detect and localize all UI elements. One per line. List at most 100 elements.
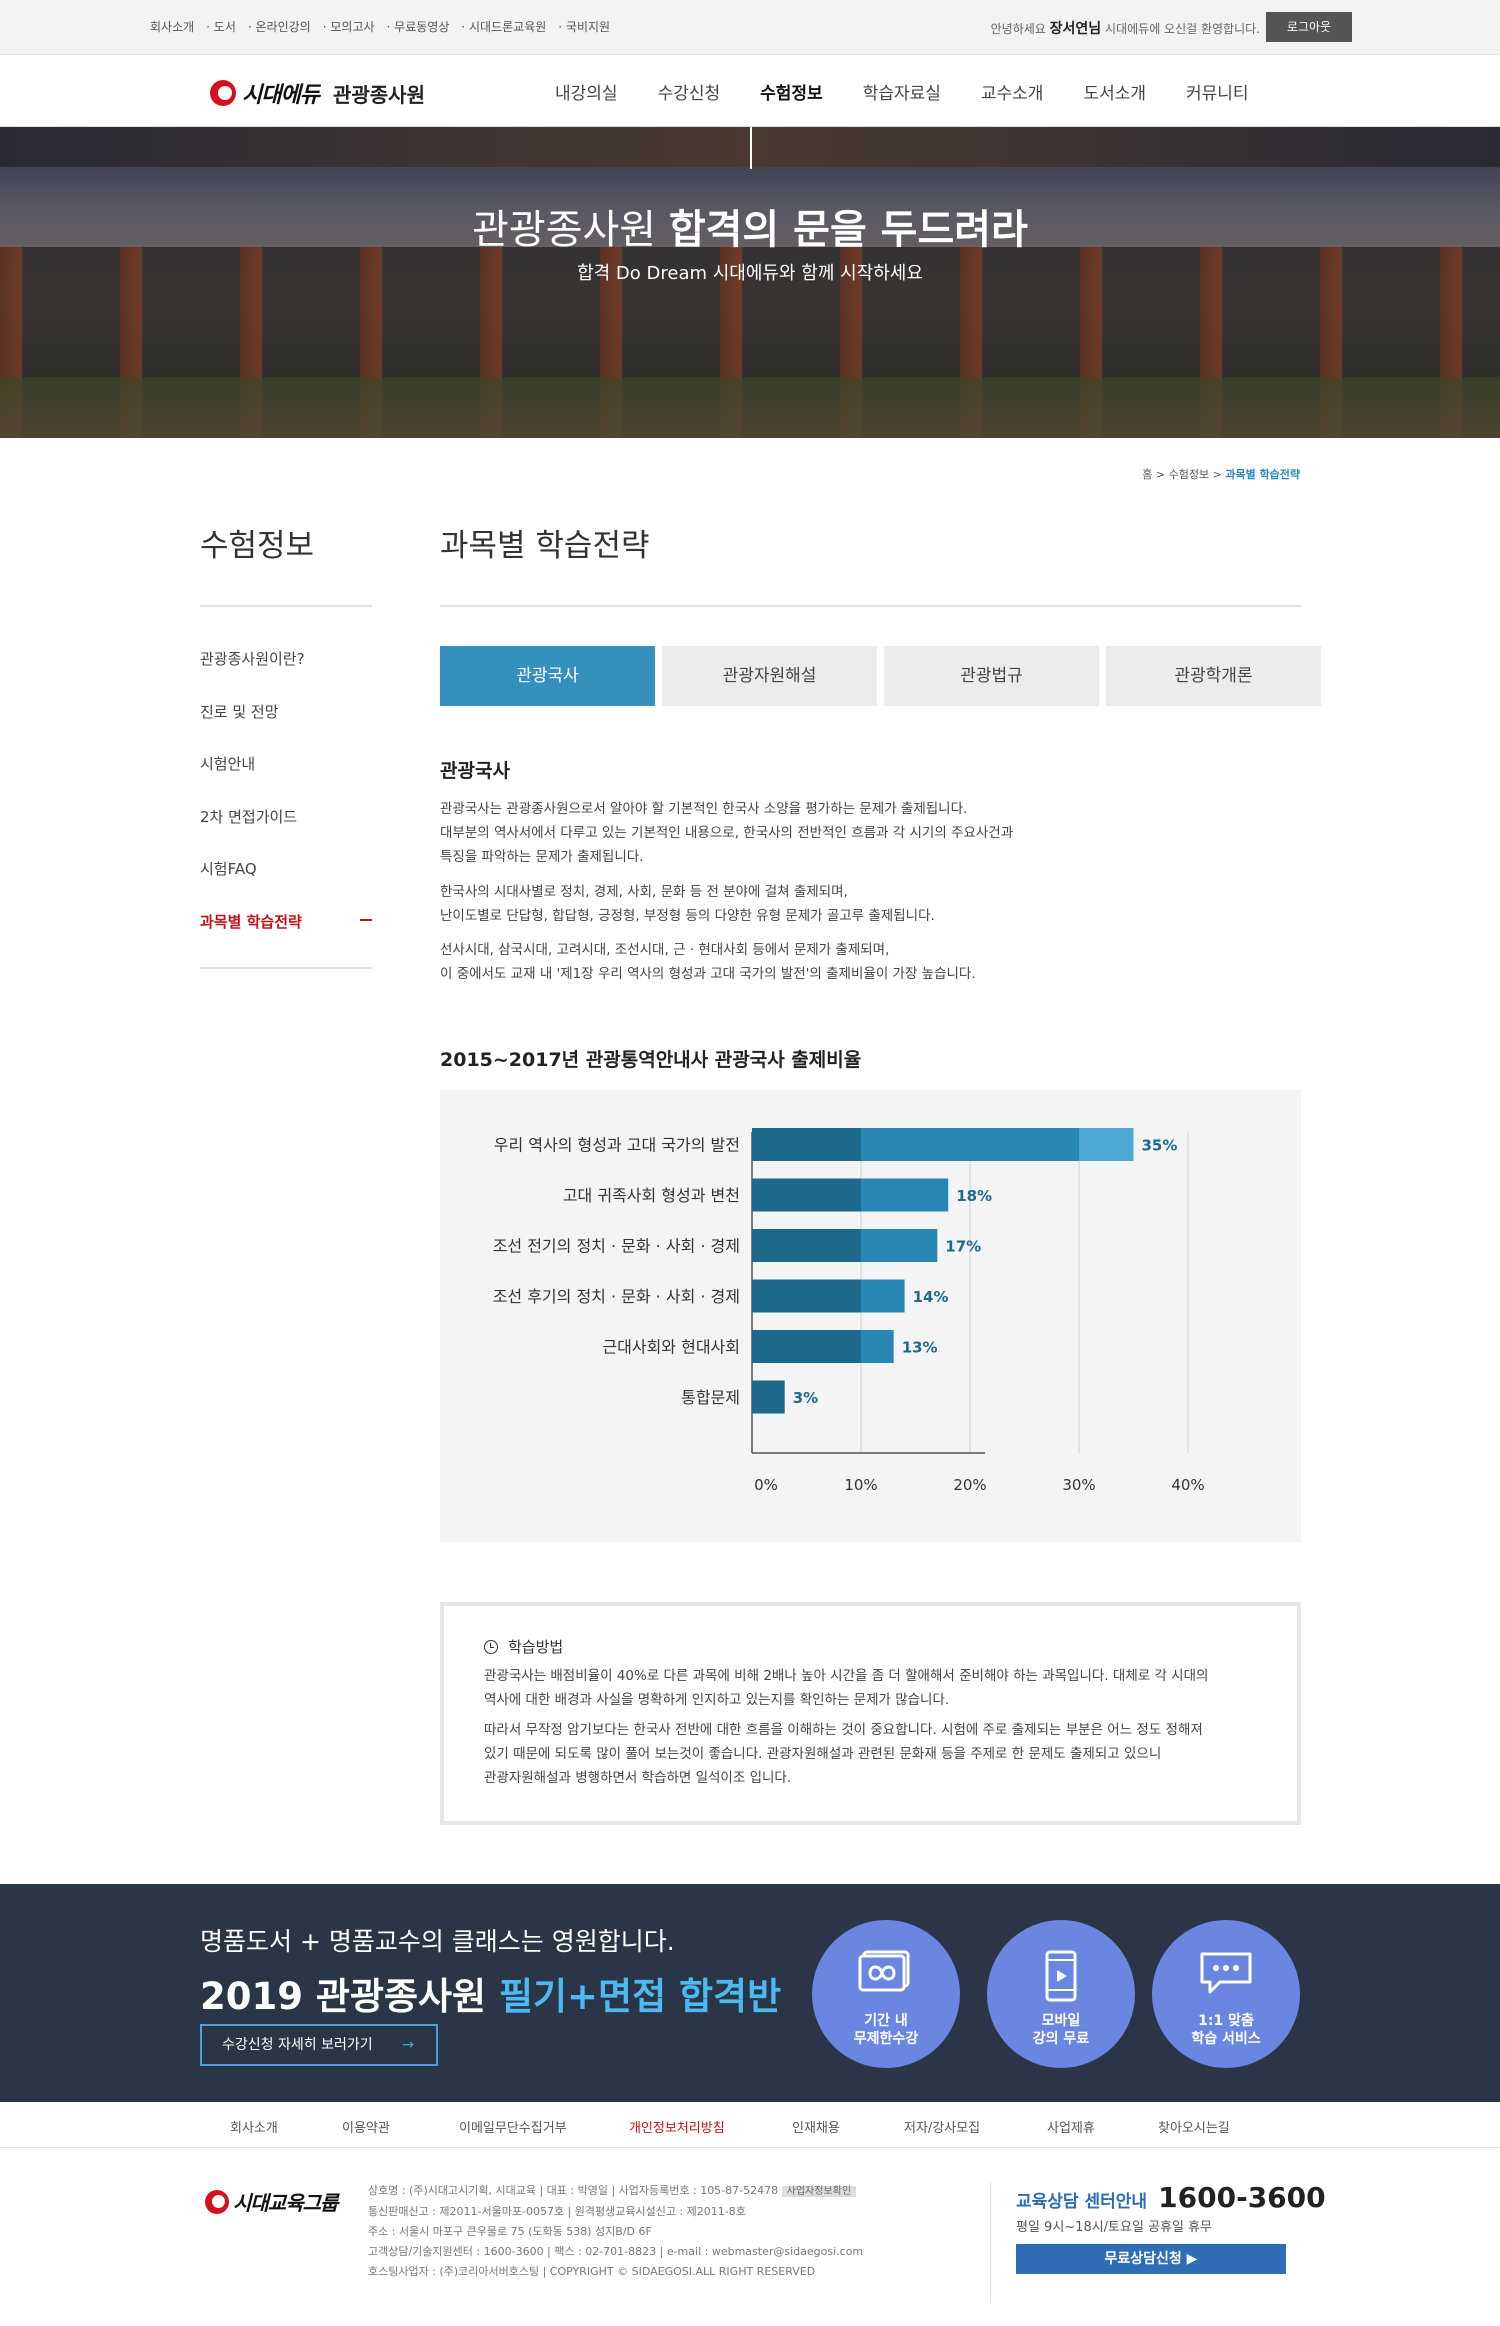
tab-resource-interpretation[interactable]: 관광자원해설 — [662, 646, 877, 706]
paragraph-line: 난이도별로 단답형, 합답형, 긍정형, 부정형 등의 다양한 유형 문제가 골… — [440, 908, 935, 924]
nav-item-exam-info[interactable]: 수험정보 — [760, 79, 823, 104]
mobile-icon — [1045, 1950, 1077, 2002]
nav-item-books[interactable]: 도서소개 — [1083, 79, 1146, 104]
company-info-line: 호스팅사업자 : (주)코리아서버호스팅 | COPYRIGHT © SIDAE… — [368, 2265, 816, 2278]
utility-link-online[interactable]: · 온라인강의 — [248, 18, 311, 35]
breadcrumb-home[interactable]: 홈 — [1142, 468, 1152, 481]
sidebar-item-career[interactable]: 진로 및 전망 — [200, 701, 372, 754]
hero-title-bold: 합격의 문을 두드려라 — [668, 207, 1028, 253]
bar-segment — [1079, 1128, 1134, 1161]
study-method-text-1: 관광국사는 배점비율이 40%로 다른 과목에 비해 2배나 높아 시간을 좀 … — [484, 1664, 1274, 1712]
utility-link-video[interactable]: · 무료동영상 — [387, 18, 450, 35]
promo-line1: 명품도서 + 명품교수의 클래스는 영원합니다. — [200, 1927, 675, 1956]
bar-segment — [861, 1229, 938, 1262]
utility-links: 회사소개 · 도서 · 온라인강의 · 모의고사 · 무료동영상 · 시대드론교… — [150, 18, 622, 35]
sidebar-item-about[interactable]: 관광종사원이란? — [200, 648, 372, 701]
utility-link-gov[interactable]: · 국비지원 — [558, 18, 610, 35]
logout-button[interactable]: 로그아웃 — [1266, 12, 1352, 42]
footer-link-partnership[interactable]: 사업제휴 — [1047, 2117, 1095, 2136]
sidebar-item-exam-guide[interactable]: 시험안내 — [200, 753, 372, 806]
company-info: 상호명 : (주)시대고시기획, 시대교육 | 대표 : 박영일 | 사업자등록… — [368, 2181, 863, 2282]
chart-panel: 우리 역사의 형성과 고대 국가의 발전 35% 고대 귀족사회 형성과 변천 18%… — [440, 1090, 1301, 1542]
utility-link-company[interactable]: 회사소개 — [150, 18, 194, 35]
bar-chart: 우리 역사의 형성과 고대 국가의 발전 35% 고대 귀족사회 형성과 변천 18%… — [493, 1128, 1205, 1494]
nav-item-professors[interactable]: 교수소개 — [981, 79, 1044, 104]
main-nav: 내강의실 수강신청 수험정보 학습자료실 교수소개 도서소개 커뮤니티 — [555, 79, 1289, 104]
company-info-line: 주소 : 서울시 마포구 큰우물로 75 (도화동 538) 성지B/D 6F — [368, 2225, 652, 2238]
feature-tutoring[interactable]: 1:1 맞춤 학습 서비스 — [1152, 1920, 1300, 2068]
breadcrumb-level1[interactable]: 수험정보 — [1169, 468, 1209, 481]
footer-link-company[interactable]: 회사소개 — [230, 2117, 278, 2136]
intro-paragraph-3: 선사시대, 삼국시대, 고려시대, 조선시대, 근 · 현대사회 등에서 문제가… — [440, 938, 1080, 986]
enroll-details-button[interactable]: 수강신청 자세히 보러가기 → — [200, 2024, 438, 2066]
x-tick-label: 0% — [754, 1476, 778, 1494]
bar — [752, 1128, 1134, 1161]
feature-mobile-text: 모바일 강의 무료 — [987, 2012, 1135, 2048]
category-label: 고대 귀족사회 형성과 변천 — [563, 1186, 740, 1205]
footer-link-terms[interactable]: 이용약관 — [342, 2117, 390, 2136]
site-logo[interactable]: 시대에듀 관광종사원 — [210, 77, 425, 109]
method-line: 있기 때문에 되도록 많이 풀어 보는것이 좋습니다. 관광자원해설과 관련된 … — [484, 1746, 1162, 1762]
breadcrumb-sep: > — [1152, 468, 1169, 481]
breadcrumb-sep: > — [1209, 468, 1226, 481]
logo-mark-icon — [210, 80, 236, 106]
bar-segment — [752, 1229, 861, 1262]
feature-unlimited-text: 기간 내무제한수강 — [812, 2012, 960, 2048]
nav-item-community[interactable]: 커뮤니티 — [1186, 79, 1249, 104]
free-consult-button[interactable]: 무료상담신청 ▶ — [1016, 2244, 1286, 2274]
feature-text-line: 강의 무료 — [1032, 2031, 1090, 2047]
bar-segment — [970, 1128, 1079, 1161]
nav-item-my-class[interactable]: 내강의실 — [555, 79, 618, 104]
chart-title: 2015~2017년 관광통역안내사 관광국사 출제비율 — [440, 1049, 862, 1071]
footer-link-authors[interactable]: 저자/강사모집 — [904, 2117, 980, 2136]
utility-link-drone[interactable]: · 시대드론교육원 — [461, 18, 546, 35]
hero-title-normal: 관광종사원 — [472, 207, 669, 253]
company-info-line: 상호명 : (주)시대고시기획, 시대교육 | 대표 : 박영일 | 사업자등록… — [368, 2181, 863, 2202]
sidebar-divider-bottom — [200, 967, 372, 969]
utility-link-mock[interactable]: · 모의고사 — [323, 18, 375, 35]
feature-mobile[interactable]: 모바일 강의 무료 — [987, 1920, 1135, 2068]
nav-item-materials[interactable]: 학습자료실 — [863, 79, 941, 104]
infinity-icon — [858, 1950, 910, 1992]
hero-divider — [750, 127, 752, 169]
x-tick-label: 40% — [1171, 1476, 1204, 1494]
footer-link-privacy[interactable]: 개인정보처리방침 — [629, 2117, 725, 2136]
promo-line2: 2019 관광종사원 필기+면접 합격반 — [200, 1966, 781, 2020]
bar — [752, 1330, 894, 1363]
call-center-number: 1600-3600 — [1158, 2181, 1326, 2214]
intro-paragraph-2: 한국사의 시대사별로 정치, 경제, 사회, 문화 등 전 분야에 걸쳐 출제되… — [440, 880, 1080, 928]
feature-tutoring-text: 1:1 맞춤 학습 서비스 — [1152, 2012, 1300, 2048]
sidebar-title: 수험정보 — [200, 528, 315, 564]
feature-unlimited[interactable]: 기간 내무제한수강 — [812, 1920, 960, 2068]
footer-link-email[interactable]: 이메일무단수집거부 — [459, 2117, 567, 2136]
value-label: 13% — [902, 1339, 938, 1357]
bar-segment — [861, 1279, 905, 1313]
section-title: 관광국사 — [440, 760, 510, 782]
tab-tourism-intro[interactable]: 관광학개론 — [1106, 646, 1321, 706]
footer-logo: 시대교육그룹 — [205, 2187, 338, 2216]
enroll-details-label: 수강신청 자세히 보러가기 — [222, 2037, 373, 2053]
clock-icon — [484, 1639, 498, 1654]
footer-link-directions[interactable]: 찾아오시는길 — [1158, 2117, 1230, 2136]
sidebar-item-strategy[interactable]: 과목별 학습전략 — [200, 911, 372, 964]
company-info-line: 통신판매신고 : 제2011-서울마포-0057호 | 원격평생교육시설신고 :… — [368, 2205, 746, 2218]
x-tick-label: 20% — [953, 1476, 986, 1494]
category-label: 조선 후기의 정치 · 문화 · 사회 · 경제 — [493, 1287, 740, 1306]
x-tick-label: 30% — [1062, 1476, 1095, 1494]
welcome-message: 안녕하세요 장서연님 시대에듀에 오신걸 환영합니다. — [991, 18, 1260, 38]
welcome-prefix: 안녕하세요 — [990, 22, 1046, 36]
nav-item-enroll[interactable]: 수강신청 — [658, 79, 721, 104]
value-label: 17% — [945, 1238, 981, 1256]
method-line: 관광국사는 배점비율이 40%로 다른 과목에 비해 2배나 높아 시간을 좀 … — [484, 1668, 1209, 1684]
feature-text-line: 무제한수강 — [853, 2031, 919, 2047]
sidebar-item-faq[interactable]: 시험FAQ — [200, 858, 372, 911]
business-info-button[interactable]: 사업자정보확인 — [781, 2186, 857, 2197]
tab-tourism-law[interactable]: 관광법규 — [884, 646, 1099, 706]
footer-link-jobs[interactable]: 인재채용 — [792, 2117, 840, 2136]
utility-link-books[interactable]: · 도서 — [206, 18, 236, 35]
breadcrumb: 홈 > 수험정보 > 과목별 학습전략 — [1142, 466, 1300, 482]
feature-text-line: 기간 내 — [864, 2013, 908, 2029]
tab-korean-history[interactable]: 관광국사 — [440, 646, 655, 706]
chat-icon — [1200, 1952, 1252, 1994]
sidebar-item-interview[interactable]: 2차 면접가이드 — [200, 806, 372, 859]
